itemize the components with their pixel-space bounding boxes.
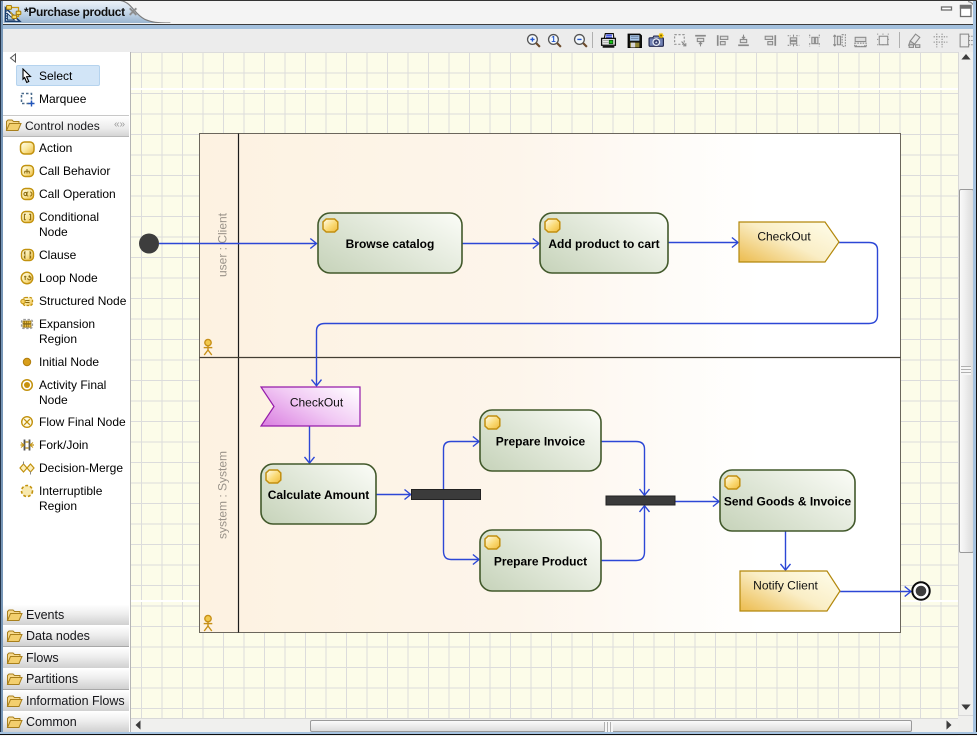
svg-text:Add product to cart: Add product to cart (548, 237, 659, 251)
svg-text:Send Goods & Invoice: Send Goods & Invoice (724, 495, 852, 509)
svg-text:Calculate Amount: Calculate Amount (268, 488, 370, 502)
svg-text:system : System: system : System (216, 451, 230, 539)
svg-text:CheckOut: CheckOut (757, 230, 811, 244)
svg-text:1: 1 (551, 35, 556, 44)
svg-text:user : Client: user : Client (216, 212, 230, 277)
svg-text:CheckOut: CheckOut (290, 396, 344, 410)
svg-text:Prepare Invoice: Prepare Invoice (496, 435, 586, 449)
svg-text:Notify Client: Notify Client (753, 579, 818, 593)
svg-text:Prepare Product: Prepare Product (494, 555, 587, 569)
svg-text:Browse catalog: Browse catalog (346, 237, 435, 251)
